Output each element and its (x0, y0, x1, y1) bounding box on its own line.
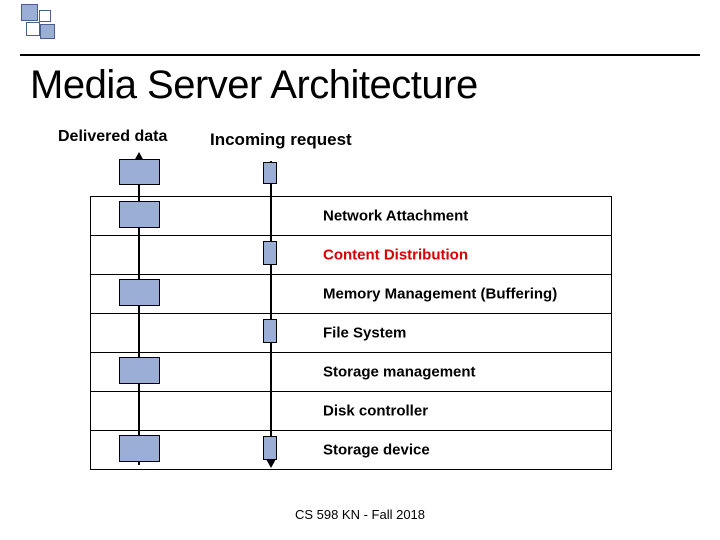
layer-file-system: File System (90, 314, 612, 353)
layer-disk-controller: Disk controller (90, 392, 612, 431)
label-incoming-request: Incoming request (210, 130, 352, 150)
layer-label: Storage device (323, 442, 430, 459)
flow-incoming-arrowhead-icon (266, 459, 276, 468)
node-left-layer7 (119, 435, 160, 462)
node-incoming-top (263, 162, 277, 184)
layer-label: Disk controller (323, 403, 428, 420)
layer-label: Storage management (323, 364, 476, 381)
layer-memory-management: Memory Management (Buffering) (90, 275, 612, 314)
node-right-layer2 (263, 241, 277, 265)
layer-content-distribution: Content Distribution (90, 236, 612, 275)
node-left-layer1 (119, 201, 160, 228)
layer-label: File System (323, 325, 406, 342)
node-left-layer5 (119, 357, 160, 384)
label-delivered-data: Delivered data (58, 128, 167, 146)
title-rule (20, 54, 700, 56)
slide-footer: CS 598 KN - Fall 2018 (0, 507, 720, 522)
node-right-layer4 (263, 319, 277, 343)
node-right-layer7 (263, 436, 277, 460)
flow-incoming-line (270, 161, 272, 459)
layer-storage-device: Storage device (90, 431, 612, 470)
node-delivered-top (119, 159, 160, 185)
node-left-layer3 (119, 279, 160, 306)
layer-label: Network Attachment (323, 208, 468, 225)
layer-label: Memory Management (Buffering) (323, 286, 557, 303)
layer-storage-management: Storage management (90, 353, 612, 392)
layer-network-attachment: Network Attachment (90, 197, 612, 236)
layer-label: Content Distribution (323, 247, 468, 264)
layer-stack: Network Attachment Content Distribution … (90, 196, 612, 470)
slide-title: Media Server Architecture (30, 63, 478, 108)
